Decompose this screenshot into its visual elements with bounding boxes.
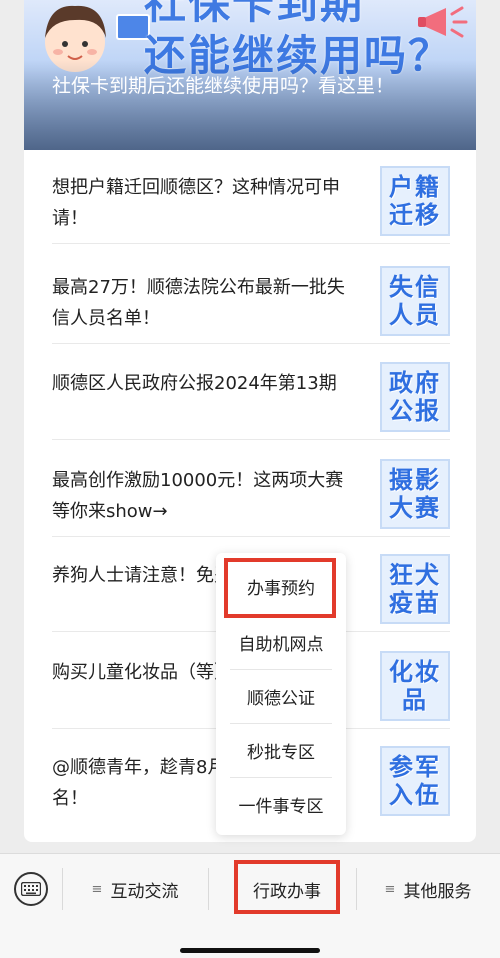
article-thumbnail: 参军 入伍 xyxy=(380,746,450,816)
article-item[interactable]: 最高创作激励10000元！这两项大赛等你来show→ 摄影 大赛 xyxy=(52,443,450,537)
menu-icon: ≡ xyxy=(384,881,396,897)
article-title: 顺德区人民政府公报2024年第13期 xyxy=(52,373,337,394)
article-thumbnail: 狂犬 疫苗 xyxy=(380,554,450,624)
tab-separator xyxy=(208,868,209,910)
tab-other-services[interactable]: ≡ 其他服务 xyxy=(356,872,500,906)
article-item[interactable]: 顺德区人民政府公报2024年第13期 政府 公报 xyxy=(52,346,450,440)
article-title: 最高创作激励10000元！这两项大赛等你来show→ xyxy=(52,470,344,522)
article-thumbnail: 化妆品 xyxy=(380,651,450,721)
banner-caption: 社保卡到期后还能继续使用吗？看这里！ xyxy=(52,75,395,97)
tab-interaction[interactable]: ≡ 互动交流 xyxy=(62,872,208,906)
menu-icon: ≡ xyxy=(91,881,103,897)
menu-item-instant-approval[interactable]: 秒批专区 xyxy=(216,723,346,777)
article-title: 想把户籍迁回顺德区？这种情况可申请！ xyxy=(52,177,340,229)
article-title: 最高27万！顺德法院公布最新一批失信人员名单！ xyxy=(52,277,345,329)
article-thumbnail: 摄影 大赛 xyxy=(380,459,450,529)
home-indicator xyxy=(180,948,320,953)
article-item[interactable]: 最高27万！顺德法院公布最新一批失信人员名单！ 失信 人员 xyxy=(52,250,450,344)
highlight-box-administrative xyxy=(234,860,340,914)
article-thumbnail: 户籍 迁移 xyxy=(380,166,450,236)
menu-item-notary[interactable]: 顺德公证 xyxy=(216,669,346,723)
featured-banner[interactable]: 社保卡到期 还能继续用吗？ 社保卡到期后还能继续使用吗？看这里！ xyxy=(24,0,476,150)
highlight-box-appointment xyxy=(224,558,336,618)
menu-item-self-service-kiosks[interactable]: 自助机网点 xyxy=(216,615,346,669)
article-thumbnail: 政府 公报 xyxy=(380,362,450,432)
article-thumbnail: 失信 人员 xyxy=(380,266,450,336)
menu-item-one-thing[interactable]: 一件事专区 xyxy=(216,777,346,831)
keyboard-icon[interactable] xyxy=(14,872,48,906)
megaphone-icon xyxy=(418,6,468,38)
article-item[interactable]: 想把户籍迁回顺德区？这种情况可申请！ 户籍 迁移 xyxy=(52,150,450,244)
